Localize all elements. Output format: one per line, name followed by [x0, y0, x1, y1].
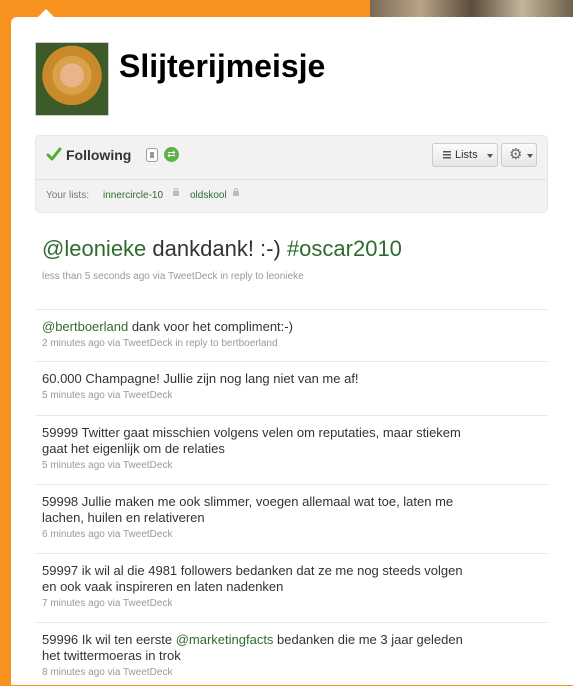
profile-screen-name: Slijterijmeisje [119, 48, 326, 84]
actions-menu-button[interactable]: ⚙ [501, 143, 537, 167]
mention-link[interactable]: @bertboerland [42, 319, 128, 334]
lock-icon [173, 188, 179, 196]
tweet-text: 59996 Ik wil ten eerste [42, 632, 176, 647]
lists-button-label: Lists [455, 149, 478, 161]
background-photo [370, 0, 573, 17]
tweet-meta: 5 minutes ago via TweetDeck [42, 460, 173, 471]
lock-icon [233, 188, 239, 196]
tweet-meta: 6 minutes ago via TweetDeck [42, 529, 173, 540]
tweet-meta: 8 minutes ago via TweetDeck [42, 667, 173, 678]
lists-button[interactable]: Lists [432, 143, 498, 167]
divider [35, 179, 546, 180]
tweet-meta: 2 minutes ago via TweetDeck in reply to … [42, 338, 278, 349]
list-link-innercircle[interactable]: innercircle-10 [103, 190, 163, 201]
chevron-down-icon [487, 154, 493, 158]
timeline-item: 60.000 Champagne! Jullie zijn nog lang n… [35, 361, 548, 415]
mention-link[interactable]: @leonieke [42, 236, 146, 261]
tweet-text: 59999 Twitter gaat misschien volgens vel… [42, 425, 461, 456]
avatar[interactable] [35, 42, 109, 116]
tweet-text: 59997 ik wil al die 4981 followers bedan… [42, 563, 463, 594]
latest-tweet-meta: less than 5 seconds ago via TweetDeck in… [42, 271, 304, 282]
chevron-down-icon [527, 154, 533, 158]
timeline-item: 59999 Twitter gaat misschien volgens vel… [35, 415, 548, 484]
timeline-item: @bertboerland dank voor het compliment:-… [35, 309, 548, 361]
tweet-text: dank voor het compliment:-) [128, 319, 293, 334]
timeline: @bertboerland dank voor het compliment:-… [35, 309, 548, 686]
tweet-meta: 7 minutes ago via TweetDeck [42, 598, 173, 609]
mention-link[interactable]: @marketingfacts [176, 632, 274, 647]
tweet-text: 59998 Jullie maken me ook slimmer, voege… [42, 494, 454, 525]
following-status: Following [66, 147, 132, 163]
latest-tweet-text: dankdank! :-) [146, 236, 287, 261]
timeline-item: 59997 ik wil al die 4981 followers bedan… [35, 553, 548, 622]
timeline-item: 59998 Jullie maken me ook slimmer, voege… [35, 484, 548, 553]
timeline-item: 59996 Ik wil ten eerste @marketingfacts … [35, 622, 548, 686]
latest-tweet: @leonieke dankdank! :-) #oscar2010 [42, 236, 402, 262]
your-lists-label: Your lists: [46, 190, 89, 201]
list-icon [443, 151, 451, 159]
check-icon [46, 147, 62, 161]
device-updates-icon[interactable] [146, 148, 158, 162]
tweet-meta: 5 minutes ago via TweetDeck [42, 390, 173, 401]
tweet-text: 60.000 Champagne! Jullie zijn nog lang n… [42, 371, 359, 386]
retweet-toggle-icon[interactable]: ⇄ [164, 147, 179, 162]
hashtag-link[interactable]: #oscar2010 [287, 236, 402, 261]
gear-icon: ⚙ [509, 146, 523, 163]
list-link-oldskool[interactable]: oldskool [190, 190, 227, 201]
